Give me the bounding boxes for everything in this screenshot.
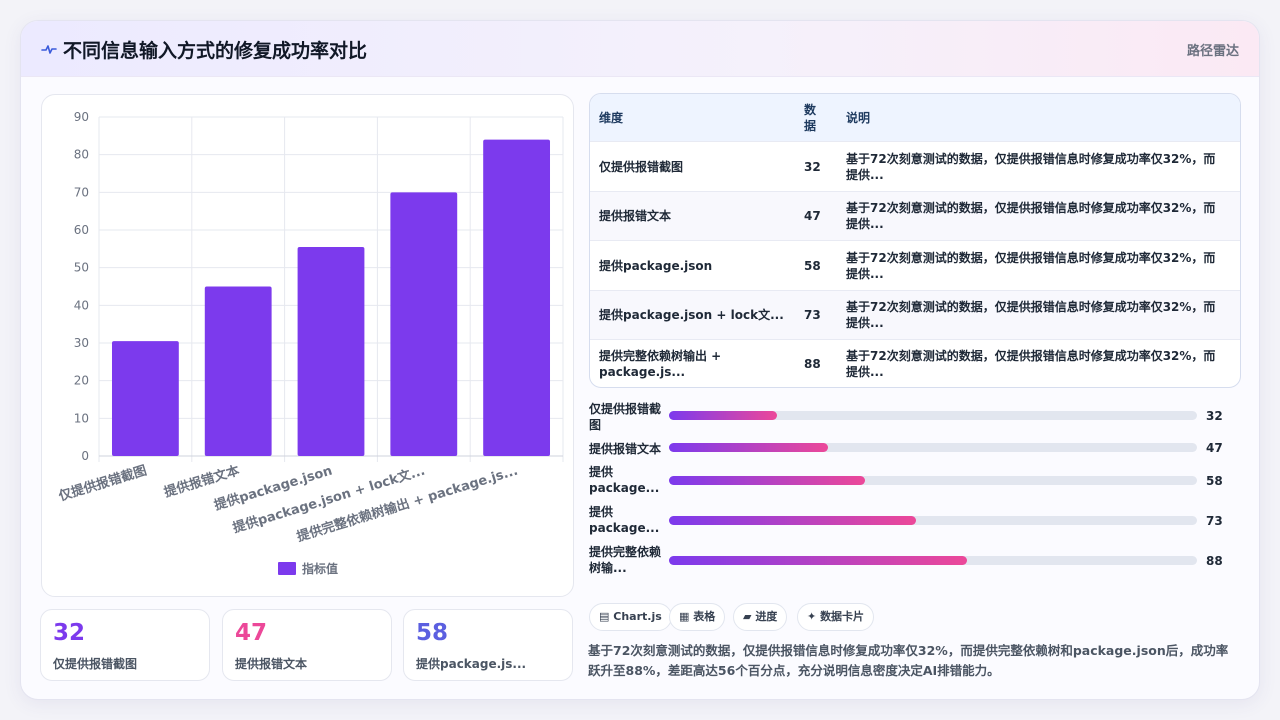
y-tick-label: 60	[74, 223, 89, 237]
progress-fill	[669, 443, 829, 452]
progress-fill	[669, 411, 778, 420]
progress-fill	[669, 556, 967, 565]
route-link[interactable]: 路径雷达	[1187, 40, 1239, 59]
progress-value: 58	[1206, 474, 1223, 488]
y-tick-label: 0	[81, 449, 89, 463]
row-value: 47	[804, 209, 821, 223]
progress-track	[669, 411, 1197, 420]
bar-chart-panel: 0 10 20 30 40 50 60 70 80 90 仅提供报错截图 提供报错文本 提供packag…	[41, 94, 574, 597]
progress-fill	[669, 516, 917, 525]
row-value: 58	[804, 259, 821, 273]
x-tick-label: 仅提供报错截图	[56, 463, 149, 505]
chip-data-cards[interactable]: ✦ 数据卡片	[797, 603, 875, 631]
progress-row: 提供完整依赖树输... 88	[589, 544, 1229, 580]
chip-progress[interactable]: ▰ 进度	[733, 603, 788, 631]
y-tick-label: 90	[74, 110, 89, 124]
progress-value: 47	[1206, 441, 1223, 455]
progress-track	[669, 516, 1197, 525]
table-header-row: 维度 数据 说明	[590, 94, 1240, 142]
table-row: 提供package.json + lock文... 73 基于72次刻意测试的数…	[590, 291, 1240, 340]
chip-chartjs[interactable]: ▤ Chart.js	[589, 603, 672, 631]
header-description: 说明	[846, 111, 871, 125]
y-tick-label: 80	[74, 148, 89, 162]
stat-card-2: 47 提供报错文本	[222, 609, 392, 681]
progress-label: 提供package...	[589, 465, 660, 495]
legend-label: 指标值	[302, 561, 338, 576]
row-dimension: 仅提供报错截图	[599, 160, 684, 174]
pulse-icon	[41, 45, 57, 54]
progress-icon: ▰	[743, 610, 752, 623]
progress-label: 提供package...	[589, 505, 660, 535]
header-dimension: 维度	[599, 111, 624, 125]
row-description: 基于72次刻意测试的数据，仅提供报错信息时修复成功率仅32%，而提供...	[846, 349, 1216, 379]
y-tick-label: 20	[74, 374, 89, 388]
progress-track	[669, 476, 1197, 485]
row-dimension: 提供完整依赖树输出 + package.js...	[599, 349, 722, 379]
progress-row: 仅提供报错截图 32	[589, 401, 1229, 437]
y-tick-label: 10	[74, 411, 89, 425]
progress-track	[669, 556, 1197, 565]
bar-chart: 0102030405060708090仅提供报错截图 提供报错文本提供packag…	[56, 110, 564, 576]
progress-label: 仅提供报错截图	[589, 402, 662, 432]
stat-card-1: 32 仅提供报错截图	[40, 609, 210, 681]
table-row: 提供package.json 58 基于72次刻意测试的数据，仅提供报错信息时修…	[590, 241, 1240, 291]
row-value: 88	[804, 357, 821, 371]
table-row: 提供报错文本 47 基于72次刻意测试的数据，仅提供报错信息时修复成功率仅32%…	[590, 192, 1240, 241]
row-dimension: 提供package.json	[599, 259, 713, 273]
chart-icon: ▤	[599, 610, 610, 623]
bar	[204, 286, 272, 456]
bar	[390, 192, 458, 456]
y-tick-label: 40	[74, 298, 89, 312]
page-header: 不同信息输入方式的修复成功率对比 路径雷达	[21, 21, 1259, 77]
progress-label: 提供完整依赖树输...	[589, 545, 662, 575]
table-row: 仅提供报错截图 32 基于72次刻意测试的数据，仅提供报错信息时修复成功率仅32…	[590, 142, 1240, 192]
y-tick-label: 30	[74, 336, 89, 350]
y-tick-label: 70	[74, 185, 89, 199]
y-tick-label: 50	[74, 261, 89, 275]
row-value: 32	[804, 160, 821, 174]
chip-label: 表格	[693, 610, 716, 623]
bar	[297, 246, 365, 456]
row-dimension: 提供报错文本	[599, 209, 672, 223]
header-data: 数据	[804, 103, 817, 133]
page-title: 不同信息输入方式的修复成功率对比	[63, 40, 368, 62]
data-table: 维度 数据 说明 仅提供报错截图 32 基于72次刻意测试的数据，仅提供报错信息…	[589, 93, 1241, 388]
row-description: 基于72次刻意测试的数据，仅提供报错信息时修复成功率仅32%，而提供...	[846, 201, 1216, 231]
progress-track	[669, 443, 1197, 452]
sparkle-icon: ✦	[807, 610, 817, 623]
legend-swatch	[278, 562, 296, 575]
progress-label: 提供报错文本	[589, 442, 662, 456]
stat-label: 提供package.js...	[416, 657, 527, 671]
row-value: 73	[804, 308, 821, 322]
bar	[483, 139, 551, 456]
chip-label: 数据卡片	[820, 610, 865, 623]
stat-card-3: 58 提供package.js...	[403, 609, 573, 681]
progress-value: 88	[1206, 554, 1223, 568]
main-card: 不同信息输入方式的修复成功率对比 路径雷达 0 10 20 30 40 50 60 70 80 9…	[20, 20, 1260, 700]
stat-label: 提供报错文本	[235, 657, 308, 671]
stat-value: 47	[235, 620, 268, 646]
progress-fill	[669, 476, 866, 485]
table-row: 提供完整依赖树输出 + package.js... 88 基于72次刻意测试的数…	[590, 340, 1240, 387]
summary-text: 基于72次刻意测试的数据，仅提供报错信息时修复成功率仅32%，而提供完整依赖树和…	[588, 643, 1229, 678]
row-description: 基于72次刻意测试的数据，仅提供报错信息时修复成功率仅32%，而提供...	[846, 152, 1216, 182]
chip-label: Chart.js	[613, 610, 662, 623]
row-description: 基于72次刻意测试的数据，仅提供报错信息时修复成功率仅32%，而提供...	[846, 251, 1216, 281]
stat-value: 58	[416, 620, 449, 646]
progress-value: 32	[1206, 409, 1223, 423]
table-icon: ▦	[679, 610, 690, 623]
progress-value: 73	[1206, 514, 1223, 528]
stat-label: 仅提供报错截图	[53, 657, 138, 671]
row-dimension: 提供package.json + lock文...	[599, 308, 784, 322]
chip-table[interactable]: ▦ 表格	[669, 603, 726, 631]
progress-row: 提供package... 58	[589, 464, 1229, 500]
chip-label: 进度	[755, 610, 778, 623]
stat-value: 32	[53, 620, 86, 646]
row-description: 基于72次刻意测试的数据，仅提供报错信息时修复成功率仅32%，而提供...	[846, 300, 1216, 330]
bar	[111, 341, 179, 456]
progress-row: 提供package... 73	[589, 504, 1229, 540]
